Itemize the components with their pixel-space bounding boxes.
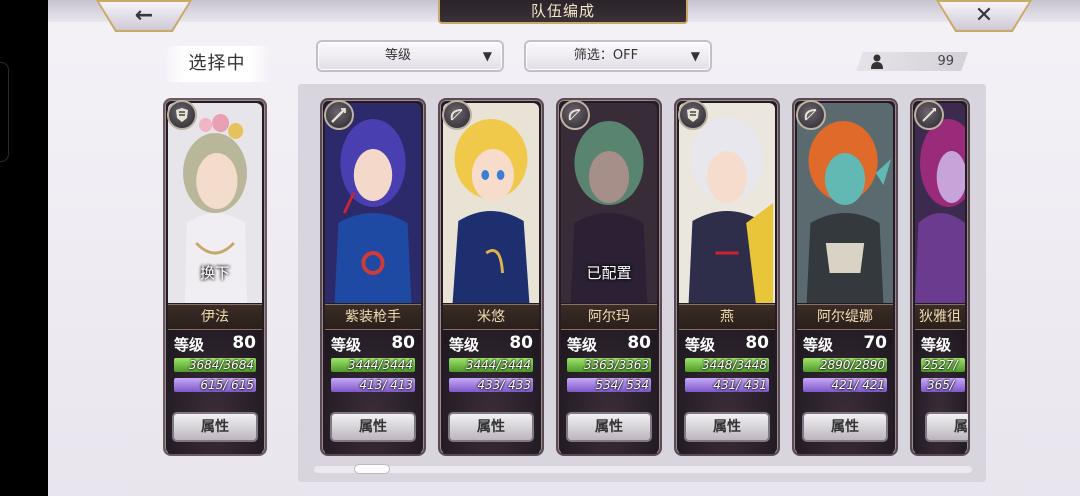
character-stats: 等级 70 2890/2890 421/ 421 属性 xyxy=(797,330,893,454)
unit-count-value: 99 xyxy=(937,54,954,69)
level-value: 80 xyxy=(627,333,651,353)
character-card[interactable]: 米悠 等级 80 3444/3444 433/ 433 属性 xyxy=(438,98,544,456)
attributes-button[interactable]: 属性 xyxy=(448,412,534,442)
mp-bar: 615/ 615 xyxy=(174,378,256,392)
level-label: 等级 xyxy=(567,336,598,354)
mp-value: 431/ 431 xyxy=(713,378,767,392)
filter-dropdown-value: 筛选：OFF xyxy=(573,48,639,63)
mp-bar: 433/ 433 xyxy=(449,378,533,392)
hp-value: 3444/3444 xyxy=(347,358,413,372)
level-label: 等级 xyxy=(803,336,834,354)
person-icon xyxy=(871,54,883,69)
roster-scrollbar[interactable] xyxy=(314,466,972,473)
character-portrait xyxy=(679,103,775,303)
character-name: 阿尔缇娜 xyxy=(797,304,893,330)
attributes-button[interactable]: 属性 xyxy=(925,412,968,442)
hp-value: 2890/2890 xyxy=(819,358,885,372)
spear-icon xyxy=(914,100,944,130)
character-name: 紫装枪手 xyxy=(325,304,421,330)
mp-value: 433/ 433 xyxy=(477,378,531,392)
attributes-button[interactable]: 属性 xyxy=(684,412,770,442)
hp-bar: 2527/ xyxy=(921,358,965,372)
hp-value: 3448/3448 xyxy=(701,358,767,372)
character-stats: 等级 80 3448/3448 431/ 431 属性 xyxy=(679,330,775,454)
character-card[interactable]: 狄雅徂 等级 2527/ 365/ 属性 xyxy=(910,98,970,456)
level-value: 80 xyxy=(745,333,769,353)
character-stats: 等级 80 3444/3444 433/ 433 属性 xyxy=(443,330,539,454)
hp-bar: 3684/3684 xyxy=(174,358,256,372)
level-label: 等级 xyxy=(921,336,952,354)
character-card[interactable]: 已配置 阿尔玛 等级 80 3363/3363 534/ 534 属性 xyxy=(556,98,662,456)
level-label: 等级 xyxy=(174,336,205,354)
level-label: 等级 xyxy=(331,336,362,354)
character-name: 阿尔玛 xyxy=(561,304,657,330)
hp-bar: 2890/2890 xyxy=(803,358,887,372)
bow-icon xyxy=(442,100,472,130)
hp-bar: 3448/3448 xyxy=(685,358,769,372)
character-stats: 等级 80 3444/3444 413/ 413 属性 xyxy=(325,330,421,454)
mp-value: 413/ 413 xyxy=(359,378,413,392)
page-title: 队伍编成 xyxy=(438,0,688,24)
level-value: 80 xyxy=(391,333,415,353)
filter-dropdown[interactable]: 筛选：OFF ▼ xyxy=(524,40,712,72)
attributes-button[interactable]: 属性 xyxy=(330,412,416,442)
card-status-overlay: 已配置 xyxy=(586,264,632,282)
gun-icon xyxy=(324,100,354,130)
mp-value: 534/ 534 xyxy=(595,378,649,392)
roster-scroll-thumb[interactable] xyxy=(354,464,390,474)
character-name: 燕 xyxy=(679,304,775,330)
character-stats: 等级 80 3684/3684 615/ 615 属性 xyxy=(168,330,262,454)
level-value: 80 xyxy=(509,333,533,353)
armor-icon xyxy=(167,100,197,130)
card-status-overlay: 换下 xyxy=(199,264,230,282)
bow-icon xyxy=(796,100,826,130)
hp-value: 2527/ xyxy=(923,358,958,372)
sort-dropdown-value: 等级 xyxy=(384,48,411,63)
chevron-down-icon: ▼ xyxy=(690,49,700,63)
level-label: 等级 xyxy=(449,336,480,354)
level-label: 等级 xyxy=(685,336,716,354)
character-name: 狄雅徂 xyxy=(915,304,965,330)
selection-label: 选择中 xyxy=(163,46,271,82)
mp-value: 365/ xyxy=(927,378,954,392)
character-name: 米悠 xyxy=(443,304,539,330)
character-stats: 等级 80 3363/3363 534/ 534 属性 xyxy=(561,330,657,454)
mp-value: 615/ 615 xyxy=(200,378,254,392)
hp-value: 3444/3444 xyxy=(465,358,531,372)
attributes-button[interactable]: 属性 xyxy=(802,412,888,442)
character-card[interactable]: 紫装枪手 等级 80 3444/3444 413/ 413 属性 xyxy=(320,98,426,456)
character-stats: 等级 2527/ 365/ 属性 xyxy=(915,330,968,454)
hp-bar: 3444/3444 xyxy=(331,358,415,372)
level-value: 80 xyxy=(232,333,256,353)
team-formation-screen: ← 队伍编成 ✕ 选择中 等级 ▼ 筛选：OFF ▼ 99 换下 伊法 等级 8… xyxy=(48,0,1080,496)
character-portrait xyxy=(797,103,893,303)
character-portrait xyxy=(915,103,965,303)
hp-bar: 3363/3363 xyxy=(567,358,651,372)
character-portrait xyxy=(443,103,539,303)
device-notch xyxy=(0,62,9,162)
level-value: 70 xyxy=(863,333,887,353)
bow-icon xyxy=(560,100,590,130)
attributes-button[interactable]: 属性 xyxy=(566,412,652,442)
character-card[interactable]: 阿尔缇娜 等级 70 2890/2890 421/ 421 属性 xyxy=(792,98,898,456)
mp-bar: 534/ 534 xyxy=(567,378,651,392)
character-card[interactable]: 燕 等级 80 3448/3448 431/ 431 属性 xyxy=(674,98,780,456)
character-portrait xyxy=(325,103,421,303)
character-name: 伊法 xyxy=(168,304,262,330)
mp-bar: 413/ 413 xyxy=(331,378,415,392)
armor-icon xyxy=(678,100,708,130)
mp-bar: 421/ 421 xyxy=(803,378,887,392)
mp-bar: 365/ xyxy=(921,378,965,392)
selected-character-card[interactable]: 换下 伊法 等级 80 3684/3684 615/ 615 属性 xyxy=(163,98,267,456)
chevron-down-icon: ▼ xyxy=(482,49,492,63)
sort-dropdown[interactable]: 等级 ▼ xyxy=(316,40,504,72)
unit-count: 99 xyxy=(856,52,968,71)
mp-value: 421/ 421 xyxy=(831,378,885,392)
hp-value: 3363/3363 xyxy=(583,358,649,372)
mp-bar: 431/ 431 xyxy=(685,378,769,392)
hp-value: 3684/3684 xyxy=(188,358,254,372)
hp-bar: 3444/3444 xyxy=(449,358,533,372)
attributes-button[interactable]: 属性 xyxy=(172,412,258,442)
